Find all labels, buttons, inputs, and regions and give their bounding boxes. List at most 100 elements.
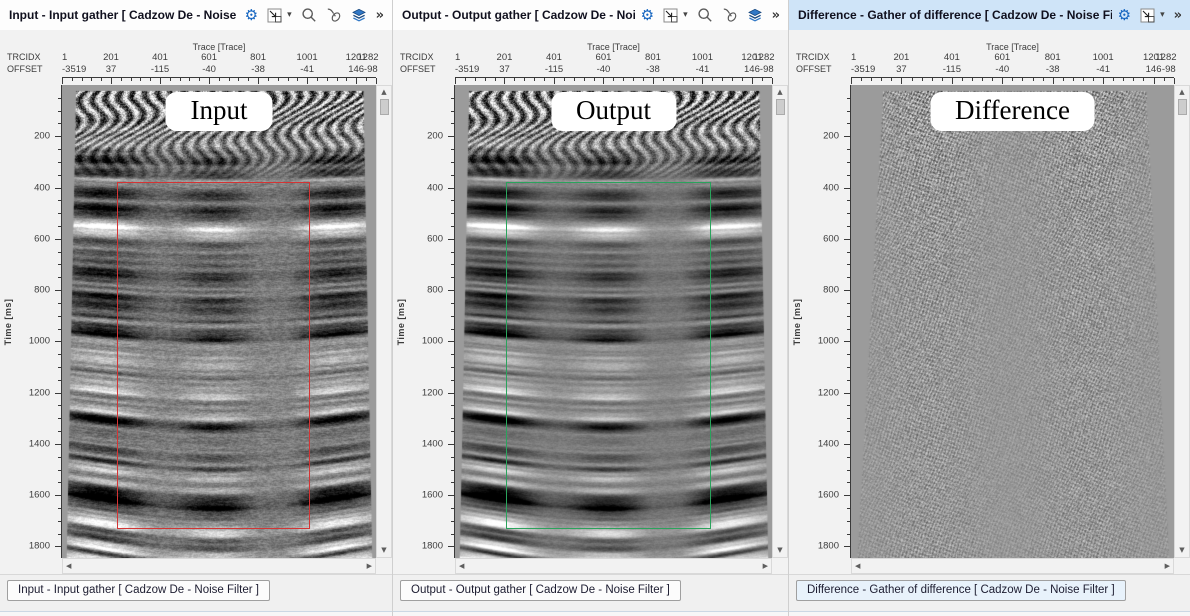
dropdown-caret-icon[interactable]: ▾ [687,11,688,20]
time-tick-value: 1400 [422,439,443,450]
time-axis: Time [ms] 200400600800100012001400160018… [789,85,851,558]
scroll-up-icon[interactable]: ▲ [777,89,782,96]
layers-icon[interactable] [351,7,367,23]
overflow-chevron-icon[interactable]: » [1174,9,1182,22]
seismic-image [851,85,1174,558]
vertical-scrollbar[interactable]: ▲ ▼ [376,85,392,558]
offset-row: OFFSET -351937-115-40-38-41146-98 [789,64,1174,75]
panel-title: Difference - Gather of difference [ Cadz… [798,8,1112,22]
overflow-chevron-icon[interactable]: » [376,9,384,22]
time-tick-value: 200 [427,131,443,142]
offset-values: -351937-115-40-38-41146-98 [62,64,376,75]
panel-titlebar: Difference - Gather of difference [ Cadz… [789,0,1190,30]
pointer-tool-icon[interactable] [722,7,738,23]
selection-rectangle [117,182,310,529]
panel-titlebar: Output - Output gather [ Cadzow De - Noi… [393,0,788,30]
offset-values: -351937-115-40-38-41146-98 [455,64,772,75]
vertical-scrollbar[interactable]: ▲ ▼ [772,85,788,558]
trcidx-value: 201 [893,52,909,63]
gear-icon[interactable]: ⚙ [641,8,654,23]
time-tick-value: 800 [823,285,839,296]
trcidx-value: 601 [994,52,1010,63]
dropdown-caret-icon[interactable]: ▾ [1164,11,1165,20]
offset-value: -98 [364,64,378,75]
offset-value: -40 [597,64,611,75]
offset-value: -3519 [851,64,875,75]
data-column: Difference ◀ ▶ [851,85,1174,574]
offset-value: -3519 [455,64,479,75]
tab-bar: Output - Output gather [ Cadzow De - Noi… [393,574,788,616]
trcidx-value: 801 [250,52,266,63]
gather-tab[interactable]: Output - Output gather [ Cadzow De - Noi… [400,580,681,601]
trcidx-value: 1282 [753,52,774,63]
trcidx-value: 201 [103,52,119,63]
trcidx-label: TRCIDX [400,52,434,62]
scroll-down-icon[interactable]: ▼ [381,547,386,554]
pointer-tool-icon[interactable] [326,7,342,23]
scroll-right-icon[interactable]: ▶ [1165,563,1170,570]
layers-icon[interactable] [747,7,763,23]
scroll-down-icon[interactable]: ▼ [1179,547,1184,554]
horizontal-scrollbar[interactable]: ◀ ▶ [851,558,1174,574]
seismic-view[interactable]: Input [62,85,376,558]
select-region-icon[interactable] [1140,8,1155,23]
scroll-left-icon[interactable]: ◀ [66,563,71,570]
data-column: Output ◀ ▶ [455,85,772,574]
offset-value: 37 [499,64,510,75]
trcidx-value: 1282 [1155,52,1176,63]
scroll-right-icon[interactable]: ▶ [367,563,372,570]
vertical-scrollbar[interactable]: ▲ ▼ [1174,85,1190,558]
trace-axis-header: Trace [Trace] TRCIDX 1201401601801100112… [789,30,1190,85]
gather-panel: Input - Input gather [ Cadzow De - Noise… [0,0,393,616]
gather-tab[interactable]: Input - Input gather [ Cadzow De - Noise… [7,580,270,601]
overflow-chevron-icon[interactable]: » [772,9,780,22]
scroll-down-icon[interactable]: ▼ [777,547,782,554]
tab-bar: Input - Input gather [ Cadzow De - Noise… [0,574,392,616]
trace-ruler [455,77,772,85]
offset-label: OFFSET [400,64,436,74]
trcidx-value: 1 [62,52,67,63]
panel-toolbar: ⚙ ▾ » [635,7,780,23]
gear-icon[interactable]: ⚙ [245,8,258,23]
time-axis-label: Time [ms] [396,298,406,345]
time-tick-value: 400 [427,183,443,194]
trcidx-value: 401 [152,52,168,63]
select-region-icon[interactable] [663,8,678,23]
offset-value: -41 [300,64,314,75]
select-region-icon[interactable] [267,8,282,23]
gather-tab[interactable]: Difference - Gather of difference [ Cadz… [796,580,1126,601]
time-tick-value: 600 [823,234,839,245]
scroll-left-icon[interactable]: ◀ [855,563,860,570]
time-tick-value: 200 [34,131,50,142]
zoom-icon[interactable] [697,7,713,23]
panel-toolbar: ⚙ ▾ » [1112,8,1182,23]
offset-value: 37 [896,64,907,75]
scroll-right-icon[interactable]: ▶ [763,563,768,570]
scrollbar-thumb[interactable] [380,99,389,115]
trcidx-value: 1001 [1093,52,1114,63]
time-tick-value: 200 [823,131,839,142]
seismic-view[interactable]: Output [455,85,772,558]
zoom-icon[interactable] [301,7,317,23]
seismic-view[interactable]: Difference [851,85,1174,558]
scroll-up-icon[interactable]: ▲ [1179,89,1184,96]
horizontal-scrollbar[interactable]: ◀ ▶ [455,558,772,574]
selection-rectangle [506,182,711,529]
panel-titlebar: Input - Input gather [ Cadzow De - Noise… [0,0,392,30]
scroll-left-icon[interactable]: ◀ [459,563,464,570]
panel-title: Input - Input gather [ Cadzow De - Noise… [9,8,239,22]
gear-icon[interactable]: ⚙ [1118,8,1131,23]
horizontal-scrollbar[interactable]: ◀ ▶ [62,558,376,574]
scrollbar-thumb[interactable] [776,99,785,115]
trcidx-value: 801 [645,52,661,63]
trace-axis-title: Trace [Trace] [851,42,1174,52]
dropdown-caret-icon[interactable]: ▾ [291,11,292,20]
scroll-up-icon[interactable]: ▲ [381,89,386,96]
panel-content: Time [ms] 200400600800100012001400160018… [0,85,392,574]
scrollbar-thumb[interactable] [1178,99,1187,115]
time-tick-value: 1200 [818,388,839,399]
trcidx-label: TRCIDX [7,52,41,62]
trcidx-row: TRCIDX 1201401601801100112011282 [0,52,376,63]
trcidx-values: 1201401601801100112011282 [62,52,376,63]
offset-value: -38 [251,64,265,75]
